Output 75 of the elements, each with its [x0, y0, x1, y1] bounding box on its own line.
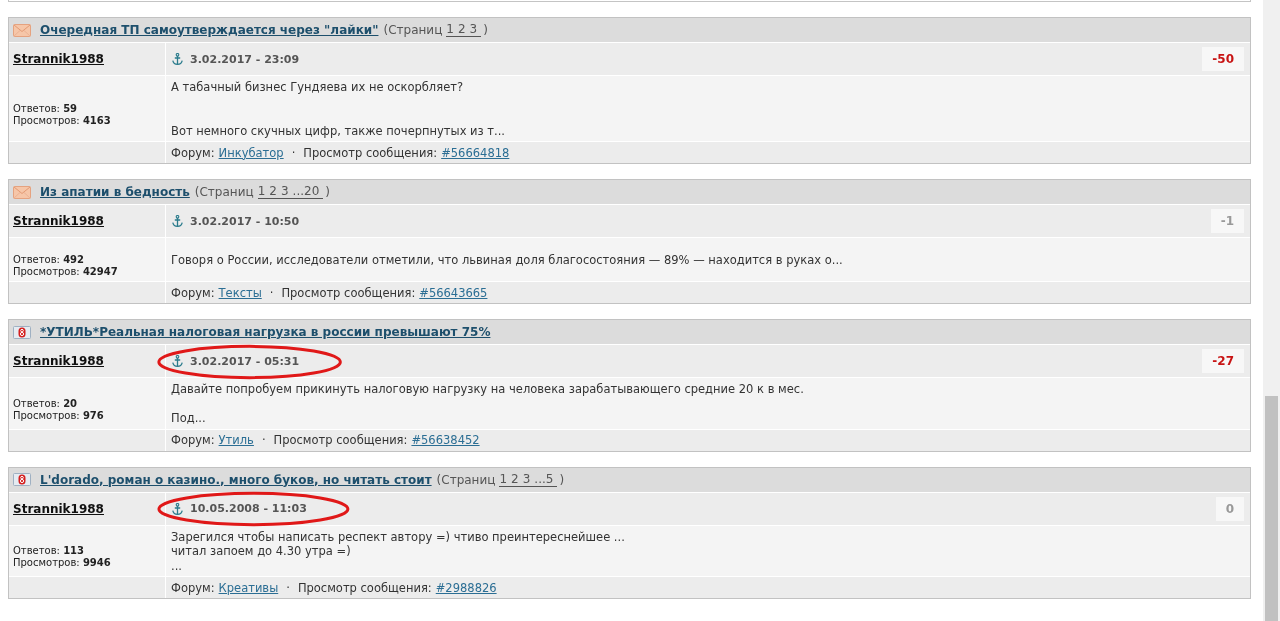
replies-count: Ответов: 113 [13, 545, 85, 558]
page-link[interactable]: 1 [257, 185, 270, 199]
post-preview: А табачный бизнес Гундяева их не оскорбляет? Вот немного скучных цифр, также почерпнутых из т... [171, 80, 505, 138]
forum-label: Форум: [171, 285, 215, 300]
topic-title-link[interactable]: Из апатии в бедность [40, 185, 190, 199]
views-count: Просмотров: 9946 [13, 557, 112, 570]
page-link[interactable]: ...5 [534, 472, 558, 487]
forum-link[interactable]: Креативы [218, 580, 279, 595]
pages-close: ) [559, 472, 565, 487]
forum-label: Форум: [171, 580, 215, 595]
anchor-icon[interactable] [172, 355, 183, 367]
page-link[interactable]: 2 [511, 472, 523, 487]
envelope-icon [13, 185, 31, 199]
envelope-icon [13, 23, 31, 37]
topic-title-link[interactable]: Очередная ТП самоутверждается через "лайки" [40, 23, 379, 37]
post-date: 10.05.2008 - 11:03 [190, 502, 307, 515]
separator-dot: · [291, 145, 296, 160]
post-preview: Давайте попробуем прикинуть налоговую нагрузку на человека зарабатывающего средние 20 к в мес. Под... [171, 382, 804, 426]
score-badge: -50 [1202, 47, 1244, 71]
anchor-icon[interactable] [172, 53, 183, 65]
badge-icon [13, 325, 31, 339]
post-date: 3.02.2017 - 10:50 [190, 214, 300, 228]
message-link[interactable]: #56664818 [441, 145, 510, 160]
message-link[interactable]: #56643665 [419, 285, 488, 300]
pages-close: ) [325, 185, 330, 199]
message-label: Просмотр сообщения: [303, 145, 438, 160]
page-link[interactable]: 3 [280, 185, 293, 199]
forum-label: Форум: [171, 145, 215, 160]
separator-dot: · [269, 285, 274, 300]
topic-title-link[interactable]: L'dorado, роман о казино., много буков, но читать стоит [40, 472, 432, 487]
separator-dot: · [261, 433, 266, 447]
post-date: 3.02.2017 - 23:09 [190, 52, 300, 66]
badge-icon [13, 473, 31, 486]
pages-label: (Страниц [383, 23, 443, 37]
author-link[interactable]: Strannik1988 [13, 354, 104, 368]
views-count: Просмотров: 4163 [13, 115, 112, 127]
score-badge: 0 [1215, 496, 1244, 521]
author-link[interactable]: Strannik1988 [13, 214, 104, 228]
post-preview: Зарегился чтобы написать респект автору =) чтиво преинтереснейшее ... читал запоем до 4.30 утра =) ... [171, 529, 625, 573]
page-link[interactable]: 2 [457, 23, 470, 37]
author-link[interactable]: Strannik1988 [13, 501, 104, 516]
anchor-icon[interactable] [172, 502, 183, 515]
message-link[interactable]: #56638452 [411, 433, 480, 447]
author-link[interactable]: Strannik1988 [13, 52, 104, 66]
replies-count: Ответов: 492 [13, 254, 85, 266]
scrollbar-thumb[interactable] [1265, 396, 1278, 621]
topic-title-link[interactable]: *УТИЛЬ*Реальная налоговая нагрузка в россии превышают 75% [40, 325, 491, 339]
views-count: Просмотров: 42947 [13, 266, 119, 278]
page-link[interactable]: 3 [469, 23, 482, 37]
page-link[interactable]: 1 [499, 472, 512, 487]
pages-label: (Страниц [436, 472, 496, 487]
page-link[interactable]: ...20 [292, 185, 324, 199]
page-link[interactable]: 3 [522, 472, 535, 487]
forum-link[interactable]: Тексты [218, 285, 262, 300]
forum-label: Форум: [171, 433, 215, 447]
message-label: Просмотр сообщения: [281, 285, 416, 300]
post-date: 3.02.2017 - 05:31 [190, 354, 300, 368]
scrollbar[interactable] [1263, 0, 1280, 621]
forum-link[interactable]: Утиль [218, 433, 254, 447]
score-badge: -27 [1202, 349, 1244, 373]
message-link[interactable]: #2988826 [435, 580, 497, 595]
anchor-icon[interactable] [172, 215, 183, 227]
forum-link[interactable]: Инкубатор [218, 145, 284, 160]
score-badge: -1 [1210, 209, 1244, 233]
page-link[interactable]: 1 [446, 23, 458, 37]
message-label: Просмотр сообщения: [273, 433, 408, 447]
separator-dot: · [286, 580, 290, 595]
pages-label: (Страниц [194, 185, 254, 199]
post-preview: Говоря о России, исследователи отметили, что львиная доля благосостояния — 89% — находится в руках о... [171, 252, 843, 268]
views-count: Просмотров: 976 [13, 409, 105, 422]
page-link[interactable]: 2 [269, 185, 281, 199]
replies-count: Ответов: 20 [13, 397, 79, 410]
replies-count: Ответов: 59 [13, 103, 79, 115]
message-label: Просмотр сообщения: [297, 580, 432, 595]
pages-close: ) [483, 23, 488, 37]
